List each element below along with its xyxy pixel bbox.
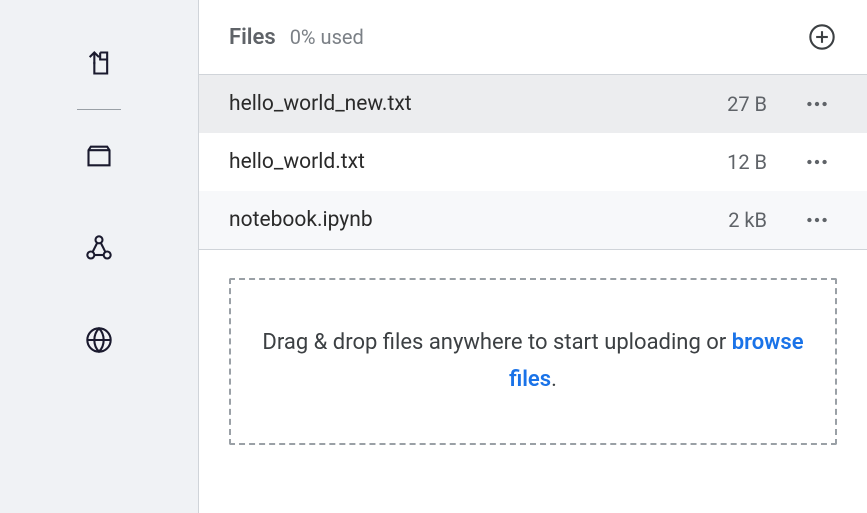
add-file-button[interactable] [807, 22, 837, 52]
more-horizontal-icon [804, 207, 830, 233]
file-row[interactable]: hello_world_new.txt27 B [199, 75, 867, 133]
file-menu-button[interactable] [797, 91, 837, 117]
file-name: hello_world_new.txt [229, 92, 707, 116]
dropzone-container: Drag & drop files anywhere to start uplo… [199, 250, 867, 445]
file-row[interactable]: hello_world.txt12 B [199, 133, 867, 191]
file-menu-button[interactable] [797, 207, 837, 233]
file-size: 2 kB [707, 208, 797, 232]
box-icon[interactable] [81, 138, 117, 174]
more-horizontal-icon [804, 149, 830, 175]
file-size: 12 B [707, 150, 797, 174]
file-name: notebook.ipynb [229, 208, 707, 232]
file-row[interactable]: notebook.ipynb2 kB [199, 191, 867, 249]
share-icon[interactable] [81, 230, 117, 266]
sidebar-divider [77, 109, 121, 110]
plus-circle-icon [808, 23, 836, 51]
file-list: hello_world_new.txt27 Bhello_world.txt12… [199, 75, 867, 250]
files-title: Files [229, 25, 276, 50]
more-horizontal-icon [804, 91, 830, 117]
file-size: 27 B [707, 92, 797, 116]
globe-icon[interactable] [81, 322, 117, 358]
sidebar [0, 0, 198, 513]
main-panel: Files 0% used hello_world_new.txt27 Bhel… [198, 0, 867, 513]
upload-file-icon[interactable] [81, 45, 117, 81]
dropzone-text-prefix: Drag & drop files anywhere to start uplo… [262, 330, 731, 355]
dropzone[interactable]: Drag & drop files anywhere to start uplo… [229, 278, 837, 445]
file-menu-button[interactable] [797, 149, 837, 175]
header-left: Files 0% used [229, 25, 364, 50]
file-name: hello_world.txt [229, 150, 707, 174]
files-header: Files 0% used [199, 0, 867, 75]
files-usage: 0% used [290, 25, 364, 49]
dropzone-text-suffix: . [551, 367, 557, 392]
